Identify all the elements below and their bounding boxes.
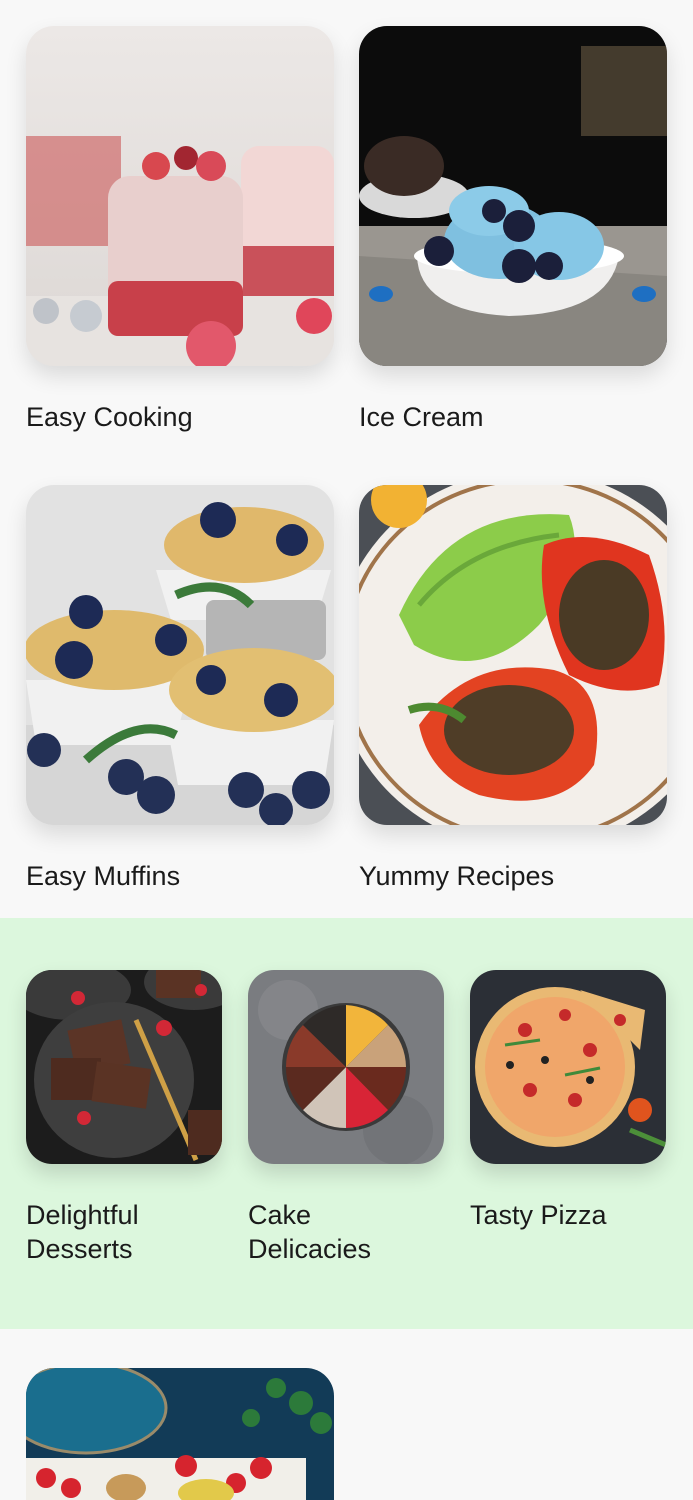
category-label: Easy Cooking <box>26 402 193 432</box>
category-card-tasty-pizza[interactable]: Tasty Pizza <box>470 970 666 1266</box>
recipe-categories-page: Easy Cooking Ice Cream Easy Muffins Yumm… <box>0 0 693 1500</box>
pizza-image[interactable] <box>470 970 666 1164</box>
category-card-yummy-recipes[interactable]: Yummy Recipes <box>359 485 667 893</box>
category-label: Ice Cream <box>359 402 484 432</box>
category-label: Easy Muffins <box>26 861 181 891</box>
blueberry-muffins-image[interactable] <box>26 485 334 825</box>
category-card-cake-delicacies[interactable]: Cake Delicacies <box>248 970 444 1266</box>
category-card-delightful-desserts[interactable]: Delightful Desserts <box>26 970 222 1266</box>
featured-categories-band: Delightful Desserts Cake Delicacies Tast… <box>0 918 693 1329</box>
category-card-ice-cream[interactable]: Ice Cream <box>359 26 667 434</box>
stuffed-peppers-image[interactable] <box>359 485 667 825</box>
blue-ice-cream-image[interactable] <box>359 26 667 366</box>
dessert-jars-image[interactable] <box>26 26 334 366</box>
featured-grid: Delightful Desserts Cake Delicacies Tast… <box>26 970 667 1266</box>
category-label: Tasty Pizza <box>470 1200 607 1230</box>
category-label: Cake Delicacies <box>248 1200 372 1264</box>
category-grid-row-2: Easy Muffins Yummy Recipes <box>26 485 667 893</box>
category-card-fruit-platter[interactable] <box>26 1368 334 1500</box>
category-grid-row-1: Easy Cooking Ice Cream <box>26 26 667 434</box>
category-card-easy-muffins[interactable]: Easy Muffins <box>26 485 334 893</box>
fruit-platter-image[interactable] <box>26 1368 334 1500</box>
category-label: Yummy Recipes <box>359 861 555 891</box>
category-grid-row-4 <box>26 1368 667 1500</box>
cake-slices-image[interactable] <box>248 970 444 1164</box>
category-label: Delightful Desserts <box>26 1200 139 1264</box>
category-card-easy-cooking[interactable]: Easy Cooking <box>26 26 334 434</box>
brownies-image[interactable] <box>26 970 222 1164</box>
